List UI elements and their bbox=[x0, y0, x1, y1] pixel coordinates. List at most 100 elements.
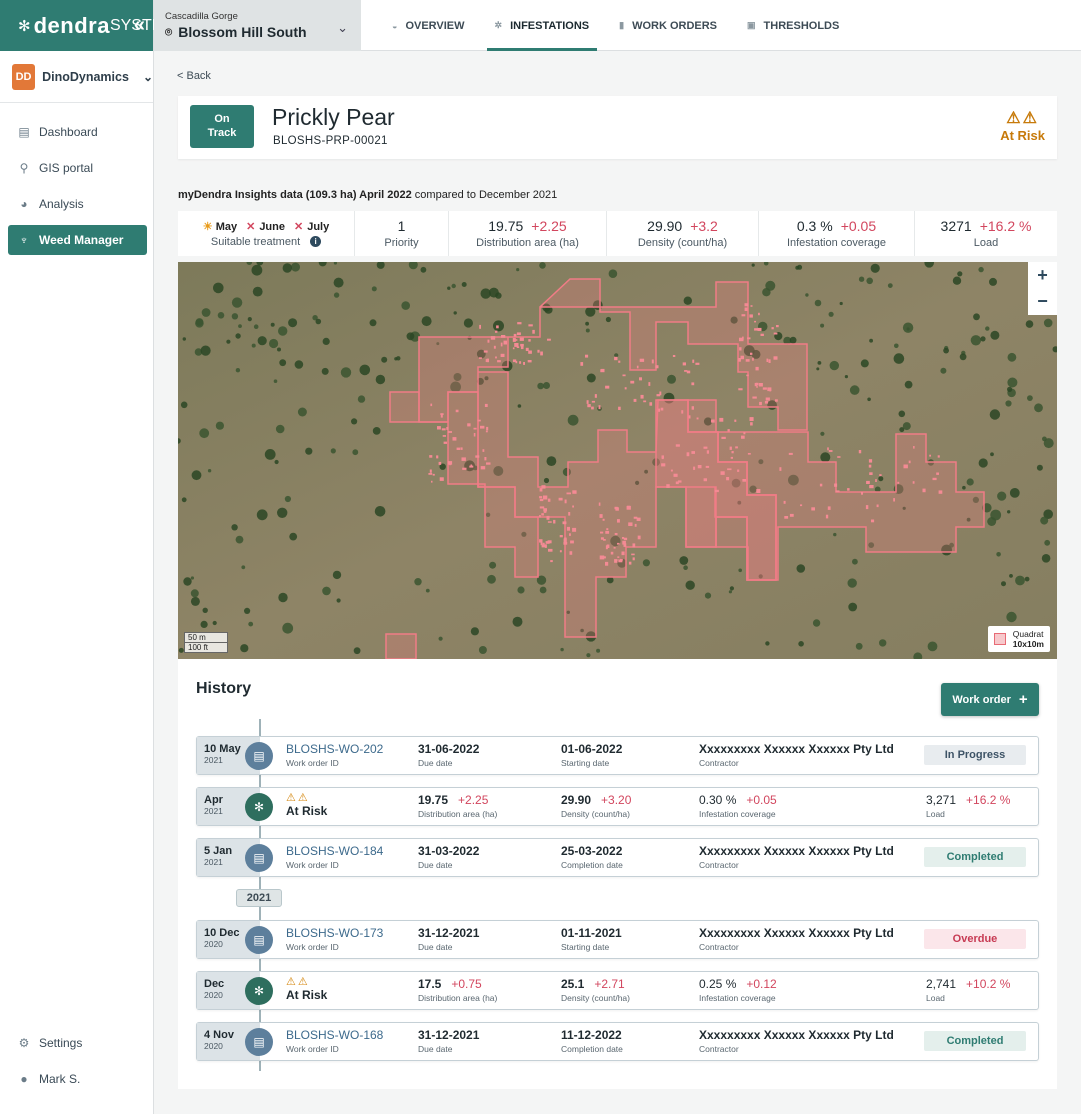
sidebar-item-weed-manager[interactable]: ♆ Weed Manager bbox=[8, 225, 147, 255]
satellite-map[interactable] bbox=[178, 262, 1057, 659]
detection-mark bbox=[897, 481, 900, 484]
detection-mark bbox=[446, 427, 449, 430]
tree-canopy bbox=[451, 283, 456, 289]
tree-canopy bbox=[849, 385, 860, 395]
zoom-in-button[interactable]: + bbox=[1037, 265, 1048, 286]
tree-canopy bbox=[1041, 554, 1051, 563]
detection-mark bbox=[512, 347, 515, 350]
detection-mark bbox=[827, 506, 831, 510]
sidebar-item-gis-portal[interactable]: ⚲ GIS portal bbox=[8, 153, 147, 183]
sidebar-item-analysis[interactable]: ◕ Analysis bbox=[8, 189, 147, 219]
detection-mark bbox=[752, 396, 757, 399]
add-work-order-button[interactable]: Work order + bbox=[941, 683, 1039, 716]
detection-mark bbox=[462, 467, 467, 470]
coverage-value: 0.25 % bbox=[699, 977, 737, 991]
tab-infestations[interactable]: ✲ INFESTATIONS bbox=[486, 0, 598, 51]
tree-canopy bbox=[537, 382, 544, 390]
detection-mark bbox=[486, 462, 491, 465]
detection-mark bbox=[483, 350, 488, 353]
detection-mark bbox=[929, 454, 931, 457]
detection-mark bbox=[866, 480, 870, 484]
zoom-out-button[interactable]: − bbox=[1037, 291, 1048, 312]
detection-mark bbox=[739, 347, 742, 351]
detection-mark bbox=[738, 388, 743, 391]
tree-canopy bbox=[795, 265, 800, 270]
detection-mark bbox=[485, 359, 489, 362]
cell-label: Infestation coverage bbox=[699, 993, 776, 1003]
detection-mark bbox=[614, 356, 618, 361]
cell-label: Due date bbox=[418, 758, 453, 768]
tree-canopy bbox=[438, 636, 443, 641]
work-order-id[interactable]: BLOSHS-WO-168 bbox=[286, 1028, 383, 1042]
stat-value: 1 bbox=[397, 218, 406, 234]
detection-mark bbox=[758, 312, 760, 316]
detection-mark bbox=[452, 437, 457, 441]
detection-mark bbox=[519, 361, 522, 364]
tree-canopy bbox=[351, 418, 358, 425]
detection-mark bbox=[603, 556, 606, 559]
work-order-id[interactable]: BLOSHS-WO-202 bbox=[286, 742, 383, 756]
detection-mark bbox=[875, 479, 877, 482]
detection-mark bbox=[602, 518, 605, 521]
tab-work-orders[interactable]: ▮ WORK ORDERS bbox=[611, 0, 725, 51]
stat-delta: +2.25 bbox=[531, 218, 567, 234]
detection-mark bbox=[670, 469, 673, 472]
location-selector[interactable]: Cascadilla Gorge ⌾ Blossom Hill South ⌄ bbox=[154, 0, 361, 51]
history-row-insight[interactable]: Dec 2020 ✻ ⚠⚠ At Risk 17.5 +0.75 Distributio… bbox=[196, 971, 1039, 1010]
tree-canopy bbox=[207, 469, 212, 473]
pie-chart-icon: ◕ bbox=[20, 197, 28, 211]
detection-mark bbox=[639, 358, 645, 362]
detection-mark bbox=[729, 446, 732, 450]
tree-canopy bbox=[586, 653, 591, 658]
detection-mark bbox=[661, 463, 666, 467]
history-row-work-order[interactable]: 10 Dec 2020 ▤ BLOSHS-WO-173 Work order ID … bbox=[196, 920, 1039, 959]
detection-mark bbox=[893, 498, 895, 502]
tree-canopy bbox=[238, 324, 242, 328]
collapse-sidebar-icon[interactable]: « bbox=[134, 14, 145, 37]
detection-mark bbox=[756, 386, 758, 388]
tree-canopy bbox=[372, 427, 381, 435]
tree-canopy bbox=[357, 395, 366, 403]
work-order-id[interactable]: BLOSHS-WO-173 bbox=[286, 926, 383, 940]
detection-mark bbox=[775, 399, 778, 402]
history-row-insight[interactable]: Apr 2021 ✻ ⚠⚠ At Risk 19.75 +2.25 Distributi… bbox=[196, 787, 1039, 826]
cell-label: Starting date bbox=[561, 758, 610, 768]
tree-canopy bbox=[359, 364, 371, 376]
detection-mark bbox=[482, 449, 485, 452]
detection-mark bbox=[484, 457, 487, 461]
detection-mark bbox=[623, 537, 628, 541]
infestation-map[interactable]: + − 50 m 100 ft Quadrat 10x10m bbox=[178, 262, 1057, 659]
dendra-logo[interactable]: ✻ dendra bbox=[18, 14, 110, 37]
tab-overview[interactable]: ◒ OVERVIEW bbox=[384, 0, 473, 51]
history-row-work-order[interactable]: 4 Nov 2020 ▤ BLOSHS-WO-168 Work order ID 3… bbox=[196, 1022, 1039, 1061]
info-icon[interactable]: i bbox=[310, 236, 322, 247]
detection-mark bbox=[547, 540, 552, 544]
tree-canopy bbox=[264, 449, 276, 460]
detection-mark bbox=[572, 505, 574, 508]
detection-mark bbox=[756, 489, 761, 493]
detection-mark bbox=[618, 406, 621, 410]
sidebar-item-dashboard[interactable]: ▤ Dashboard bbox=[8, 117, 147, 147]
sidebar-item-settings[interactable]: ⚙ Settings bbox=[8, 1028, 147, 1058]
cell-label: Contractor bbox=[699, 1044, 739, 1054]
org-switcher[interactable]: DD DinoDynamics ⌄ bbox=[0, 51, 153, 103]
detection-mark bbox=[869, 472, 873, 475]
detection-mark bbox=[443, 441, 447, 444]
history-row-work-order[interactable]: 10 May 2021 ▤ BLOSHS-WO-202 Work order ID … bbox=[196, 736, 1039, 775]
history-row-work-order[interactable]: 5 Jan 2021 ▤ BLOSHS-WO-184 Work order ID 3… bbox=[196, 838, 1039, 877]
gauge-icon: ◒ bbox=[392, 20, 398, 31]
cross-icon: ✕ bbox=[246, 220, 256, 233]
detection-mark bbox=[632, 543, 636, 548]
sidebar-item-user[interactable]: ● Mark S. bbox=[8, 1064, 147, 1094]
work-order-id[interactable]: BLOSHS-WO-184 bbox=[286, 844, 383, 858]
tab-thresholds[interactable]: ▣ THRESHOLDS bbox=[739, 0, 847, 51]
detection-mark bbox=[480, 425, 485, 429]
clipboard-icon: ▤ bbox=[245, 926, 273, 954]
detection-mark bbox=[606, 528, 609, 531]
tree-canopy bbox=[866, 277, 873, 285]
plus-icon: + bbox=[1018, 691, 1028, 708]
detection-mark bbox=[539, 506, 545, 509]
detection-mark bbox=[429, 469, 432, 473]
back-link[interactable]: < Back bbox=[177, 70, 211, 82]
detection-mark bbox=[695, 362, 700, 365]
